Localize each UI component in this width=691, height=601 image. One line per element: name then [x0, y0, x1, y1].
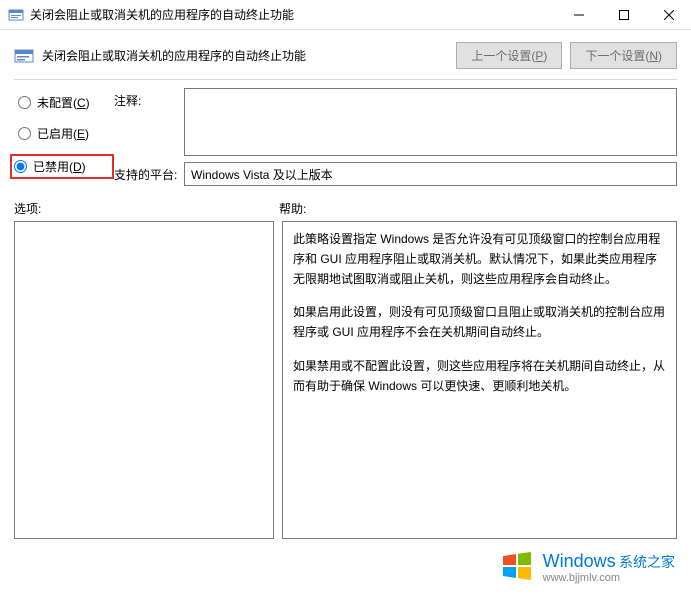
titlebar: 关闭会阻止或取消关机的应用程序的自动终止功能: [0, 0, 691, 30]
comment-label: 注释:: [114, 88, 184, 109]
policy-title: 关闭会阻止或取消关机的应用程序的自动终止功能: [42, 47, 456, 64]
options-label: 选项:: [14, 200, 279, 217]
comment-input[interactable]: [184, 88, 677, 156]
window-controls: [556, 0, 691, 29]
next-setting-button[interactable]: 下一个设置(N): [570, 42, 677, 69]
maximize-button[interactable]: [601, 0, 646, 30]
platform-input[interactable]: [184, 162, 677, 186]
watermark: Windows 系统之家 www.bjjmlv.com: [499, 548, 675, 587]
help-text-3: 如果禁用或不配置此设置，则这些应用程序将在关机期间自动终止，从而有助于确保 Wi…: [293, 357, 666, 397]
radio-enabled[interactable]: 已启用(E): [14, 123, 114, 144]
window-title: 关闭会阻止或取消关机的应用程序的自动终止功能: [30, 6, 556, 23]
radio-group: 未配置(C) 已启用(E) 已禁用(D): [14, 88, 114, 192]
previous-setting-button[interactable]: 上一个设置(P): [456, 42, 562, 69]
header-row: 关闭会阻止或取消关机的应用程序的自动终止功能 上一个设置(P) 下一个设置(N): [0, 30, 691, 79]
app-icon: [8, 7, 24, 23]
help-text-1: 此策略设置指定 Windows 是否允许没有可见顶级窗口的控制台应用程序和 GU…: [293, 230, 666, 289]
watermark-title: Windows: [543, 551, 616, 571]
radio-not-configured[interactable]: 未配置(C): [14, 92, 114, 113]
windows-logo-icon: [499, 548, 535, 587]
watermark-subtitle: 系统之家: [619, 554, 675, 570]
fields-column: 注释: 支持的平台:: [114, 88, 677, 192]
help-label: 帮助:: [279, 200, 306, 217]
close-button[interactable]: [646, 0, 691, 30]
divider: [14, 79, 677, 80]
config-area: 未配置(C) 已启用(E) 已禁用(D) 注释: 支持的平台:: [0, 84, 691, 192]
help-panel[interactable]: 此策略设置指定 Windows 是否允许没有可见顶级窗口的控制台应用程序和 GU…: [282, 221, 677, 539]
platform-label: 支持的平台:: [114, 162, 184, 183]
radio-disabled[interactable]: 已禁用(D): [10, 154, 114, 179]
lower-area: 选项: 帮助: 此策略设置指定 Windows 是否允许没有可见顶级窗口的控制台…: [0, 192, 691, 539]
policy-icon: [14, 46, 34, 66]
radio-enabled-input[interactable]: [18, 127, 31, 140]
help-text-2: 如果启用此设置，则没有可见顶级窗口且阻止或取消关机的控制台应用程序或 GUI 应…: [293, 303, 666, 343]
radio-not-configured-input[interactable]: [18, 96, 31, 109]
radio-disabled-input[interactable]: [14, 160, 27, 173]
options-panel[interactable]: [14, 221, 274, 539]
minimize-button[interactable]: [556, 0, 601, 30]
watermark-url: www.bjjmlv.com: [543, 572, 675, 584]
